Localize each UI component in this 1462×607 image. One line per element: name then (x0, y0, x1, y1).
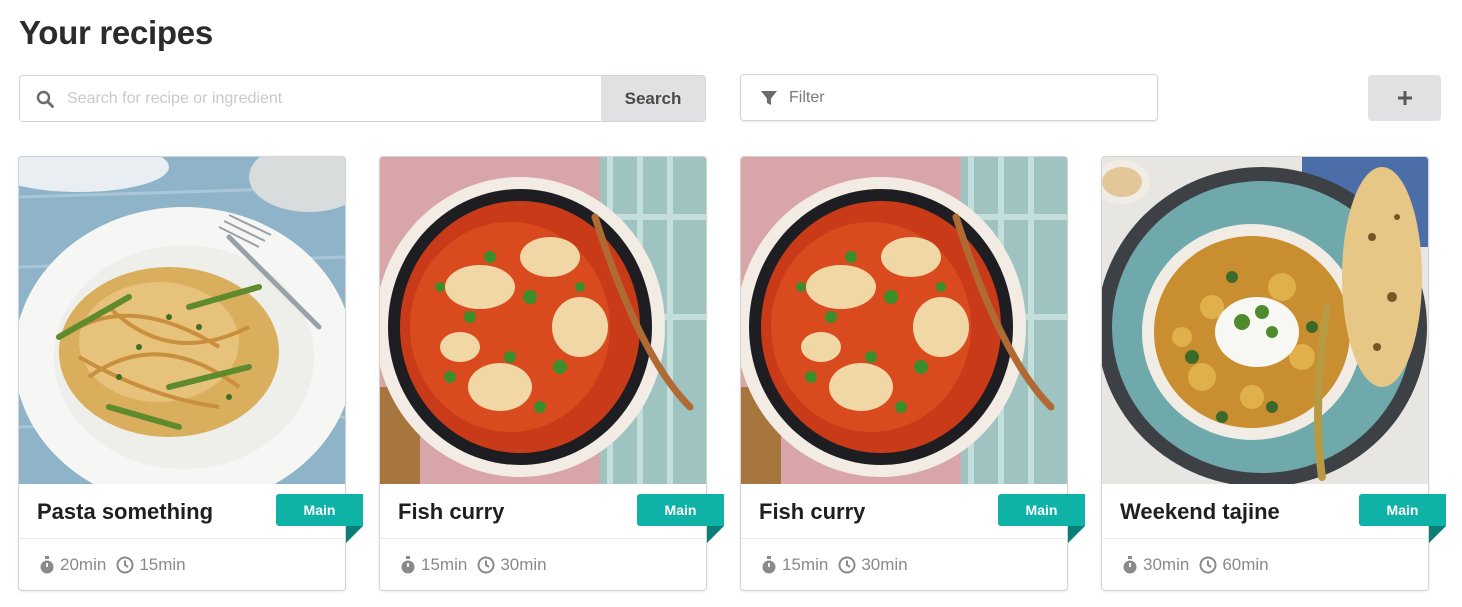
stopwatch-icon (1123, 556, 1137, 574)
filter-icon (761, 91, 777, 105)
cook-time: 30min (477, 555, 547, 575)
filter-input[interactable] (741, 75, 1157, 120)
stopwatch-icon (762, 556, 776, 574)
recipe-card[interactable]: Pasta something Main 20min 15min (18, 156, 363, 591)
stopwatch-icon (401, 556, 415, 574)
prep-time-value: 15min (782, 555, 829, 574)
recipe-card[interactable]: Fish curry Main 15min 30min (740, 156, 1085, 591)
add-recipe-button[interactable] (1368, 75, 1441, 121)
cook-time-value: 30min (500, 555, 547, 574)
clock-icon (477, 556, 495, 574)
category-badge: Main (276, 494, 363, 526)
cook-time-value: 60min (1222, 555, 1269, 574)
category-badge: Main (637, 494, 724, 526)
search-bar: Search (19, 75, 706, 122)
prep-time: 20min (39, 555, 106, 575)
prep-time: 30min (1122, 555, 1189, 575)
ribbon-fold (707, 526, 724, 543)
cook-time-value: 15min (139, 555, 186, 574)
search-icon (36, 90, 54, 108)
cook-time: 15min (116, 555, 186, 575)
clock-icon (838, 556, 856, 574)
stopwatch-icon (40, 556, 54, 574)
prep-time-value: 15min (421, 555, 468, 574)
recipe-times: 15min 30min (400, 555, 557, 575)
filter-field (740, 74, 1158, 121)
ribbon-fold (1429, 526, 1446, 543)
clock-icon (1199, 556, 1217, 574)
divider (19, 538, 345, 539)
prep-time-value: 30min (1143, 555, 1190, 574)
divider (1102, 538, 1428, 539)
fish-curry-photo (741, 157, 1067, 484)
category-badge: Main (1359, 494, 1446, 526)
ribbon-fold (346, 526, 363, 543)
search-input[interactable] (20, 76, 601, 121)
divider (741, 538, 1067, 539)
ribbon-fold (1068, 526, 1085, 543)
search-button[interactable]: Search (601, 76, 705, 121)
category-badge: Main (998, 494, 1085, 526)
recipe-title: Pasta something (37, 499, 214, 524)
fish-curry-photo (380, 157, 706, 484)
recipe-times: 20min 15min (39, 555, 196, 575)
page-title: Your recipes (19, 14, 213, 51)
prep-time-value: 20min (60, 555, 107, 574)
clock-icon (116, 556, 134, 574)
cook-time: 30min (838, 555, 908, 575)
recipe-times: 30min 60min (1122, 555, 1279, 575)
plus-icon (1397, 91, 1412, 105)
cook-time: 60min (1199, 555, 1269, 575)
cook-time-value: 30min (861, 555, 908, 574)
pasta-photo (19, 157, 345, 484)
search-input-wrapper (20, 76, 601, 121)
recipe-title: Weekend tajine (1120, 499, 1280, 524)
recipe-title: Fish curry (398, 499, 505, 524)
divider (380, 538, 706, 539)
tajine-photo (1102, 157, 1428, 484)
prep-time: 15min (761, 555, 828, 575)
recipe-card[interactable]: Fish curry Main 15min 30min (379, 156, 724, 591)
recipe-times: 15min 30min (761, 555, 918, 575)
recipe-card[interactable]: Weekend tajine Main 30min 60min (1101, 156, 1446, 591)
recipe-title: Fish curry (759, 499, 866, 524)
prep-time: 15min (400, 555, 467, 575)
